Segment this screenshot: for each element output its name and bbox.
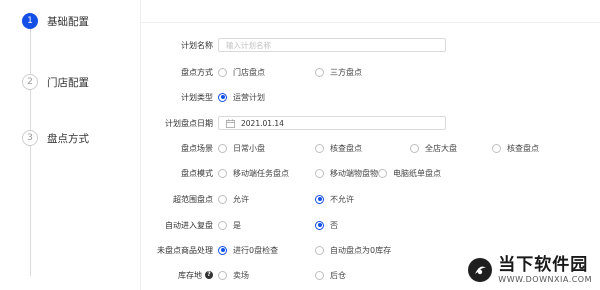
watermark: 当下软件园 WWW.DOWNXIA.COM — [467, 255, 592, 284]
step-store-config[interactable]: 2 门店配置 — [22, 73, 89, 91]
date-value: 2021.01.14 — [241, 118, 284, 128]
step-label: 基础配置 — [47, 15, 89, 28]
radio-button[interactable] — [315, 168, 324, 178]
radio-option-no[interactable]: 否 — [315, 220, 338, 231]
radio-label: 三方盘点 — [330, 67, 362, 77]
radio-label: 门店盘点 — [233, 67, 265, 77]
field-label: 自动进入复盘 — [165, 220, 213, 230]
form-row-auto-review: 自动进入复盘 是 否 — [141, 217, 600, 233]
radio-option-mobile-task[interactable]: 移动端任务盘点 — [218, 168, 289, 179]
field-label-with-help: 库存地 ? — [141, 270, 213, 281]
step-number-badge: 2 — [22, 74, 38, 90]
radio-button[interactable] — [315, 270, 324, 280]
radio-option-allow[interactable]: 允许 — [218, 194, 249, 205]
steps-connector-line — [30, 26, 31, 276]
form-row-plan-type: 计划类型 运营计划 — [141, 89, 600, 105]
radio-button[interactable] — [378, 168, 387, 178]
radio-button[interactable] — [315, 67, 324, 77]
field-label: 盘点方式 — [181, 67, 213, 77]
step-basic-config[interactable]: 1 基础配置 — [22, 12, 89, 30]
field-label: 计划名称 — [181, 40, 213, 50]
radio-label: 自动盘点为0库存 — [330, 245, 392, 255]
radio-label: 移动端任务盘点 — [233, 168, 289, 178]
watermark-logo-icon — [468, 257, 493, 282]
radio-label: 移动端物盘物 — [330, 168, 378, 178]
radio-option-back-warehouse[interactable]: 后仓 — [315, 270, 346, 281]
radio-button-selected[interactable] — [315, 220, 324, 230]
radio-label: 核查盘点 — [330, 143, 362, 153]
field-label: 计划类型 — [181, 92, 213, 102]
step-number-badge: 1 — [22, 13, 38, 29]
form-row-over-range: 超范围盘点 允许 不允许 — [141, 191, 600, 207]
radio-label: 允许 — [233, 194, 249, 204]
radio-label: 核查盘点 — [507, 143, 539, 153]
radio-option-store-count[interactable]: 门店盘点 — [218, 67, 265, 78]
field-label: 超范围盘点 — [173, 194, 213, 204]
step-number-badge: 3 — [22, 130, 38, 146]
field-label: 库存地 — [178, 270, 202, 280]
radio-option-operation-plan[interactable]: 运营计划 — [218, 92, 265, 103]
watermark-title: 当下软件园 — [498, 255, 589, 275]
radio-option-yes[interactable]: 是 — [218, 220, 241, 231]
step-label: 门店配置 — [47, 76, 89, 89]
field-label: 盘点模式 — [181, 168, 213, 178]
radio-option-mobile-item[interactable]: 移动端物盘物 — [315, 168, 378, 179]
radio-option-zero-check[interactable]: 进行0盘检查 — [218, 245, 278, 256]
watermark-url: WWW.DOWNXIA.COM — [498, 275, 592, 284]
plan-date-picker[interactable]: 2021.01.14 — [218, 116, 446, 130]
radio-button-selected[interactable] — [315, 194, 324, 204]
form-row-mode: 盘点模式 移动端任务盘点 移动端物盘物 电脑纸单盘点 — [141, 165, 600, 181]
field-label: 盘点场景 — [181, 143, 213, 153]
plan-name-input-box[interactable] — [218, 38, 446, 52]
radio-option-disallow[interactable]: 不允许 — [315, 194, 354, 205]
radio-button[interactable] — [315, 245, 324, 255]
radio-label: 进行0盘检查 — [233, 245, 279, 255]
radio-button-selected[interactable] — [218, 245, 227, 255]
radio-button[interactable] — [218, 67, 227, 77]
form-row-plan-date: 计划盘点日期 2021.01.14 — [141, 115, 600, 131]
radio-option-auto-zero-stock[interactable]: 自动盘点为0库存 — [315, 245, 391, 256]
field-label: 计划盘点日期 — [165, 118, 213, 128]
radio-label: 否 — [330, 220, 338, 230]
radio-button[interactable] — [218, 143, 227, 153]
radio-option-daily-small[interactable]: 日常小盘 — [218, 143, 265, 154]
radio-label: 是 — [233, 220, 241, 230]
radio-button-selected[interactable] — [218, 92, 227, 102]
radio-button[interactable] — [218, 270, 227, 280]
radio-label: 全店大盘 — [425, 143, 457, 153]
help-icon[interactable]: ? — [205, 271, 213, 279]
radio-option-verify-count-2[interactable]: 核查盘点 — [492, 143, 539, 154]
radio-button[interactable] — [218, 220, 227, 230]
plan-name-input[interactable] — [226, 40, 426, 50]
step-count-method[interactable]: 3 盘点方式 — [22, 129, 89, 147]
radio-button[interactable] — [218, 168, 227, 178]
steps-sidebar: 1 基础配置 2 门店配置 3 盘点方式 — [0, 0, 132, 290]
radio-option-full-store[interactable]: 全店大盘 — [410, 143, 457, 154]
radio-option-paper-sheet[interactable]: 电脑纸单盘点 — [378, 168, 441, 179]
radio-button[interactable] — [492, 143, 501, 153]
radio-option-verify-count[interactable]: 核查盘点 — [315, 143, 362, 154]
watermark-text: 当下软件园 WWW.DOWNXIA.COM — [498, 255, 592, 284]
radio-button[interactable] — [218, 194, 227, 204]
step-label: 盘点方式 — [47, 132, 89, 145]
radio-button[interactable] — [315, 143, 324, 153]
radio-label: 后仓 — [330, 270, 346, 280]
radio-option-sales-floor[interactable]: 卖场 — [218, 270, 249, 281]
form-row-plan-name: 计划名称 — [141, 37, 600, 53]
radio-label: 电脑纸单盘点 — [393, 168, 441, 178]
radio-option-third-party-count[interactable]: 三方盘点 — [315, 67, 362, 78]
radio-button[interactable] — [410, 143, 419, 153]
calendar-icon — [226, 118, 235, 128]
radio-label: 日常小盘 — [233, 143, 265, 153]
field-label: 未盘点商品处理 — [157, 245, 213, 255]
form-row-count-method: 盘点方式 门店盘点 三方盘点 — [141, 64, 600, 80]
radio-label: 不允许 — [330, 194, 354, 204]
form-row-scene: 盘点场景 日常小盘 核查盘点 全店大盘 核查盘点 — [141, 140, 600, 156]
radio-label: 卖场 — [233, 270, 249, 280]
header-divider — [141, 22, 600, 23]
radio-label: 运营计划 — [233, 92, 265, 102]
